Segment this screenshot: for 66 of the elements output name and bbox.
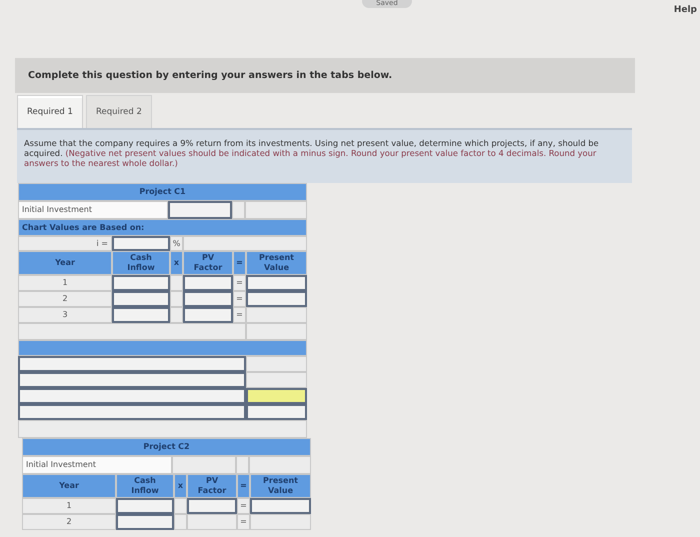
table-cell bbox=[246, 356, 307, 372]
table-title: Project C1 bbox=[18, 183, 307, 201]
input-field[interactable] bbox=[250, 498, 311, 514]
input-field[interactable] bbox=[116, 498, 174, 514]
table-title: Project C2 bbox=[22, 438, 311, 456]
rate-label: i = bbox=[18, 236, 112, 251]
input-field[interactable] bbox=[183, 275, 233, 291]
table-cell bbox=[174, 498, 187, 514]
column-header: = bbox=[233, 251, 246, 275]
column-header: Year bbox=[18, 251, 112, 275]
table-cell: 1 bbox=[18, 275, 112, 291]
input-field[interactable] bbox=[246, 404, 307, 420]
tab[interactable]: Required 2 bbox=[86, 95, 152, 128]
table-cell bbox=[246, 323, 307, 340]
table-cell bbox=[174, 514, 187, 530]
table-cell bbox=[232, 201, 245, 219]
table-cell: = bbox=[233, 275, 246, 291]
table-cell bbox=[170, 291, 183, 307]
input-field[interactable] bbox=[183, 291, 233, 307]
table-cell bbox=[245, 201, 307, 219]
input-field[interactable] bbox=[246, 388, 307, 404]
input-field[interactable] bbox=[183, 307, 233, 323]
row-label: Initial Investment bbox=[18, 201, 168, 219]
table-cell bbox=[236, 456, 249, 474]
input-field[interactable] bbox=[18, 356, 246, 372]
table-cell: 2 bbox=[18, 291, 112, 307]
table-cell bbox=[170, 275, 183, 291]
input-field[interactable] bbox=[168, 201, 232, 219]
column-header: Cash Inflow bbox=[116, 474, 174, 498]
table-cell: 2 bbox=[22, 514, 116, 530]
table-cell: = bbox=[237, 514, 250, 530]
input-field[interactable] bbox=[187, 498, 237, 514]
input-field[interactable] bbox=[112, 307, 170, 323]
column-header: PV Factor bbox=[187, 474, 237, 498]
input-field[interactable] bbox=[112, 275, 170, 291]
column-header: Cash Inflow bbox=[112, 251, 170, 275]
column-header: x bbox=[170, 251, 183, 275]
table-cell bbox=[249, 456, 311, 474]
input-field[interactable] bbox=[18, 388, 246, 404]
column-header: Present Value bbox=[246, 251, 307, 275]
input-field[interactable] bbox=[18, 404, 246, 420]
table-cell bbox=[246, 372, 307, 388]
input-field[interactable] bbox=[116, 514, 174, 530]
input-field[interactable] bbox=[246, 275, 307, 291]
instruction-banner: Complete this question by entering your answers in the tabs below. bbox=[15, 58, 635, 93]
column-header: Present Value bbox=[250, 474, 311, 498]
column-header: PV Factor bbox=[183, 251, 233, 275]
input-field[interactable] bbox=[246, 291, 307, 307]
input-field[interactable] bbox=[112, 291, 170, 307]
table-cell bbox=[170, 307, 183, 323]
table-cell: = bbox=[233, 291, 246, 307]
table-cell: = bbox=[233, 307, 246, 323]
question-text: Assume that the company requires a 9% return from its investments. Using net present value, determine which projects, if any, should be acquired. (Negative net present values should be indicated with a minus sign. Round your present value factor to 4 decimals. Round your answers to the nearest whole dollar.) bbox=[17, 128, 632, 183]
section-label: Chart Values are Based on: bbox=[18, 219, 307, 236]
tab[interactable]: Required 1 bbox=[17, 95, 83, 128]
unit-label: % bbox=[170, 236, 183, 251]
row-label: Initial Investment bbox=[22, 456, 172, 474]
table-cell: 3 bbox=[18, 307, 112, 323]
help-link[interactable]: Help bbox=[674, 5, 697, 15]
table-cell: = bbox=[237, 498, 250, 514]
column-header: x bbox=[174, 474, 187, 498]
column-header: Year bbox=[22, 474, 116, 498]
table-cell: 1 bbox=[22, 498, 116, 514]
input-field[interactable] bbox=[112, 236, 170, 251]
column-header: = bbox=[237, 474, 250, 498]
input-field[interactable] bbox=[18, 372, 246, 388]
